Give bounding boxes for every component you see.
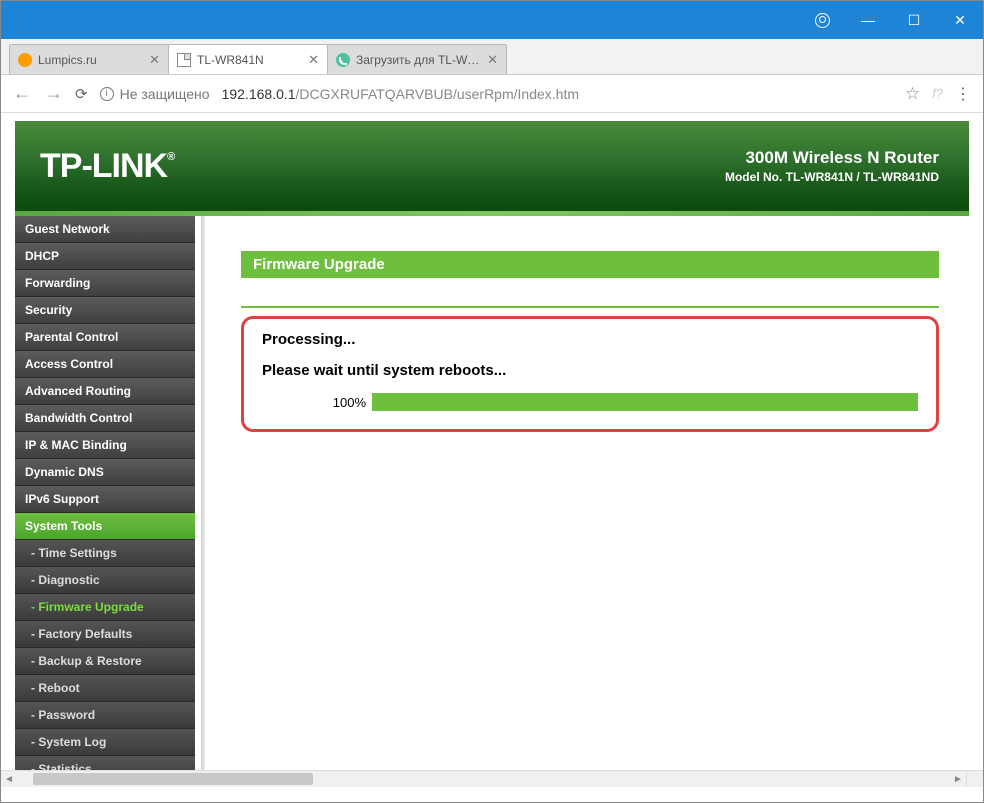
forward-icon[interactable]: → xyxy=(45,83,63,104)
favicon-icon xyxy=(336,53,350,67)
sidebar-subitem[interactable]: - Firmware Upgrade xyxy=(15,594,195,621)
scroll-left-icon[interactable]: ◄ xyxy=(1,774,17,785)
url-text[interactable]: 192.168.0.1/DCGXRUFATQARVBUB/userRpm/Ind… xyxy=(222,86,893,102)
minimize-button[interactable]: — xyxy=(845,1,891,39)
bookmark-icon[interactable]: ☆ xyxy=(905,84,920,104)
tab-close-icon[interactable]: ✕ xyxy=(487,52,498,68)
browser-tabstrip: Lumpics.ru ✕ TL-WR841N ✕ Загрузить для T… xyxy=(1,39,983,75)
favicon-icon xyxy=(177,53,191,67)
progress-bar xyxy=(372,393,918,411)
sidebar-item[interactable]: Access Control xyxy=(15,351,195,378)
progress-percent: 100% xyxy=(262,395,372,410)
section-title: Firmware Upgrade xyxy=(241,251,939,278)
divider xyxy=(201,216,205,776)
wait-label: Please wait until system reboots... xyxy=(262,362,918,379)
sidebar-subitem[interactable]: - Diagnostic xyxy=(15,567,195,594)
back-icon[interactable]: ← xyxy=(13,83,31,104)
sidebar-item[interactable]: Advanced Routing xyxy=(15,378,195,405)
sidebar-subitem[interactable]: - System Log xyxy=(15,729,195,756)
product-name: 300M Wireless N Router xyxy=(725,148,939,168)
info-icon: i xyxy=(100,87,114,101)
sidebar-item[interactable]: Guest Network xyxy=(15,216,195,243)
maximize-button[interactable]: ☐ xyxy=(891,1,937,39)
sidebar-subitem[interactable]: - Time Settings xyxy=(15,540,195,567)
scroll-corner xyxy=(966,770,983,787)
sidebar-subitem[interactable]: - Factory Defaults xyxy=(15,621,195,648)
browser-tab-router[interactable]: TL-WR841N ✕ xyxy=(168,44,328,74)
sidebar-item[interactable]: DHCP xyxy=(15,243,195,270)
processing-label: Processing... xyxy=(262,331,918,348)
security-indicator[interactable]: i Не защищено xyxy=(100,86,210,102)
sidebar-item[interactable]: Parental Control xyxy=(15,324,195,351)
tab-title: TL-WR841N xyxy=(197,53,302,67)
sidebar-item[interactable]: Security xyxy=(15,297,195,324)
main-content: Firmware Upgrade Processing... Please wa… xyxy=(211,216,969,776)
window-titlebar: — ☐ ✕ xyxy=(1,1,983,39)
tab-title: Загрузить для TL-WR841… xyxy=(356,53,481,67)
sidebar-subitem[interactable]: - Reboot xyxy=(15,675,195,702)
horizontal-scrollbar[interactable]: ◄ ► xyxy=(1,770,966,787)
sidebar-item[interactable]: IPv6 Support xyxy=(15,486,195,513)
scroll-thumb[interactable] xyxy=(33,773,313,785)
scroll-right-icon[interactable]: ► xyxy=(950,774,966,785)
insecure-label: Не защищено xyxy=(120,86,210,102)
router-header: TP-LINK® 300M Wireless N Router Model No… xyxy=(15,121,969,211)
sidebar-menu[interactable]: Guest NetworkDHCPForwardingSecurityParen… xyxy=(15,216,195,776)
extension-icon[interactable]: f? xyxy=(932,86,943,101)
sidebar-item[interactable]: IP & MAC Binding xyxy=(15,432,195,459)
tab-title: Lumpics.ru xyxy=(38,53,143,67)
menu-icon[interactable]: ⋮ xyxy=(955,84,971,104)
status-box: Processing... Please wait until system r… xyxy=(241,316,939,432)
sidebar-subitem[interactable]: - Password xyxy=(15,702,195,729)
tab-close-icon[interactable]: ✕ xyxy=(308,52,319,68)
favicon-icon xyxy=(18,53,32,67)
browser-tab-lumpics[interactable]: Lumpics.ru ✕ xyxy=(9,44,169,74)
browser-tab-download[interactable]: Загрузить для TL-WR841… ✕ xyxy=(327,44,507,74)
sidebar-item[interactable]: Forwarding xyxy=(15,270,195,297)
sidebar-subitem[interactable]: - Backup & Restore xyxy=(15,648,195,675)
model-number: Model No. TL-WR841N / TL-WR841ND xyxy=(725,170,939,184)
tab-close-icon[interactable]: ✕ xyxy=(149,52,160,68)
sidebar-item[interactable]: Dynamic DNS xyxy=(15,459,195,486)
close-button[interactable]: ✕ xyxy=(937,1,983,39)
reload-icon[interactable]: ⟳ xyxy=(75,85,88,103)
sidebar-item[interactable]: Bandwidth Control xyxy=(15,405,195,432)
sidebar-item[interactable]: System Tools xyxy=(15,513,195,540)
logo: TP-LINK® xyxy=(40,147,174,186)
user-icon[interactable] xyxy=(799,1,845,39)
address-bar: ← → ⟳ i Не защищено 192.168.0.1/DCGXRUFA… xyxy=(1,75,983,113)
divider-line xyxy=(241,306,939,308)
